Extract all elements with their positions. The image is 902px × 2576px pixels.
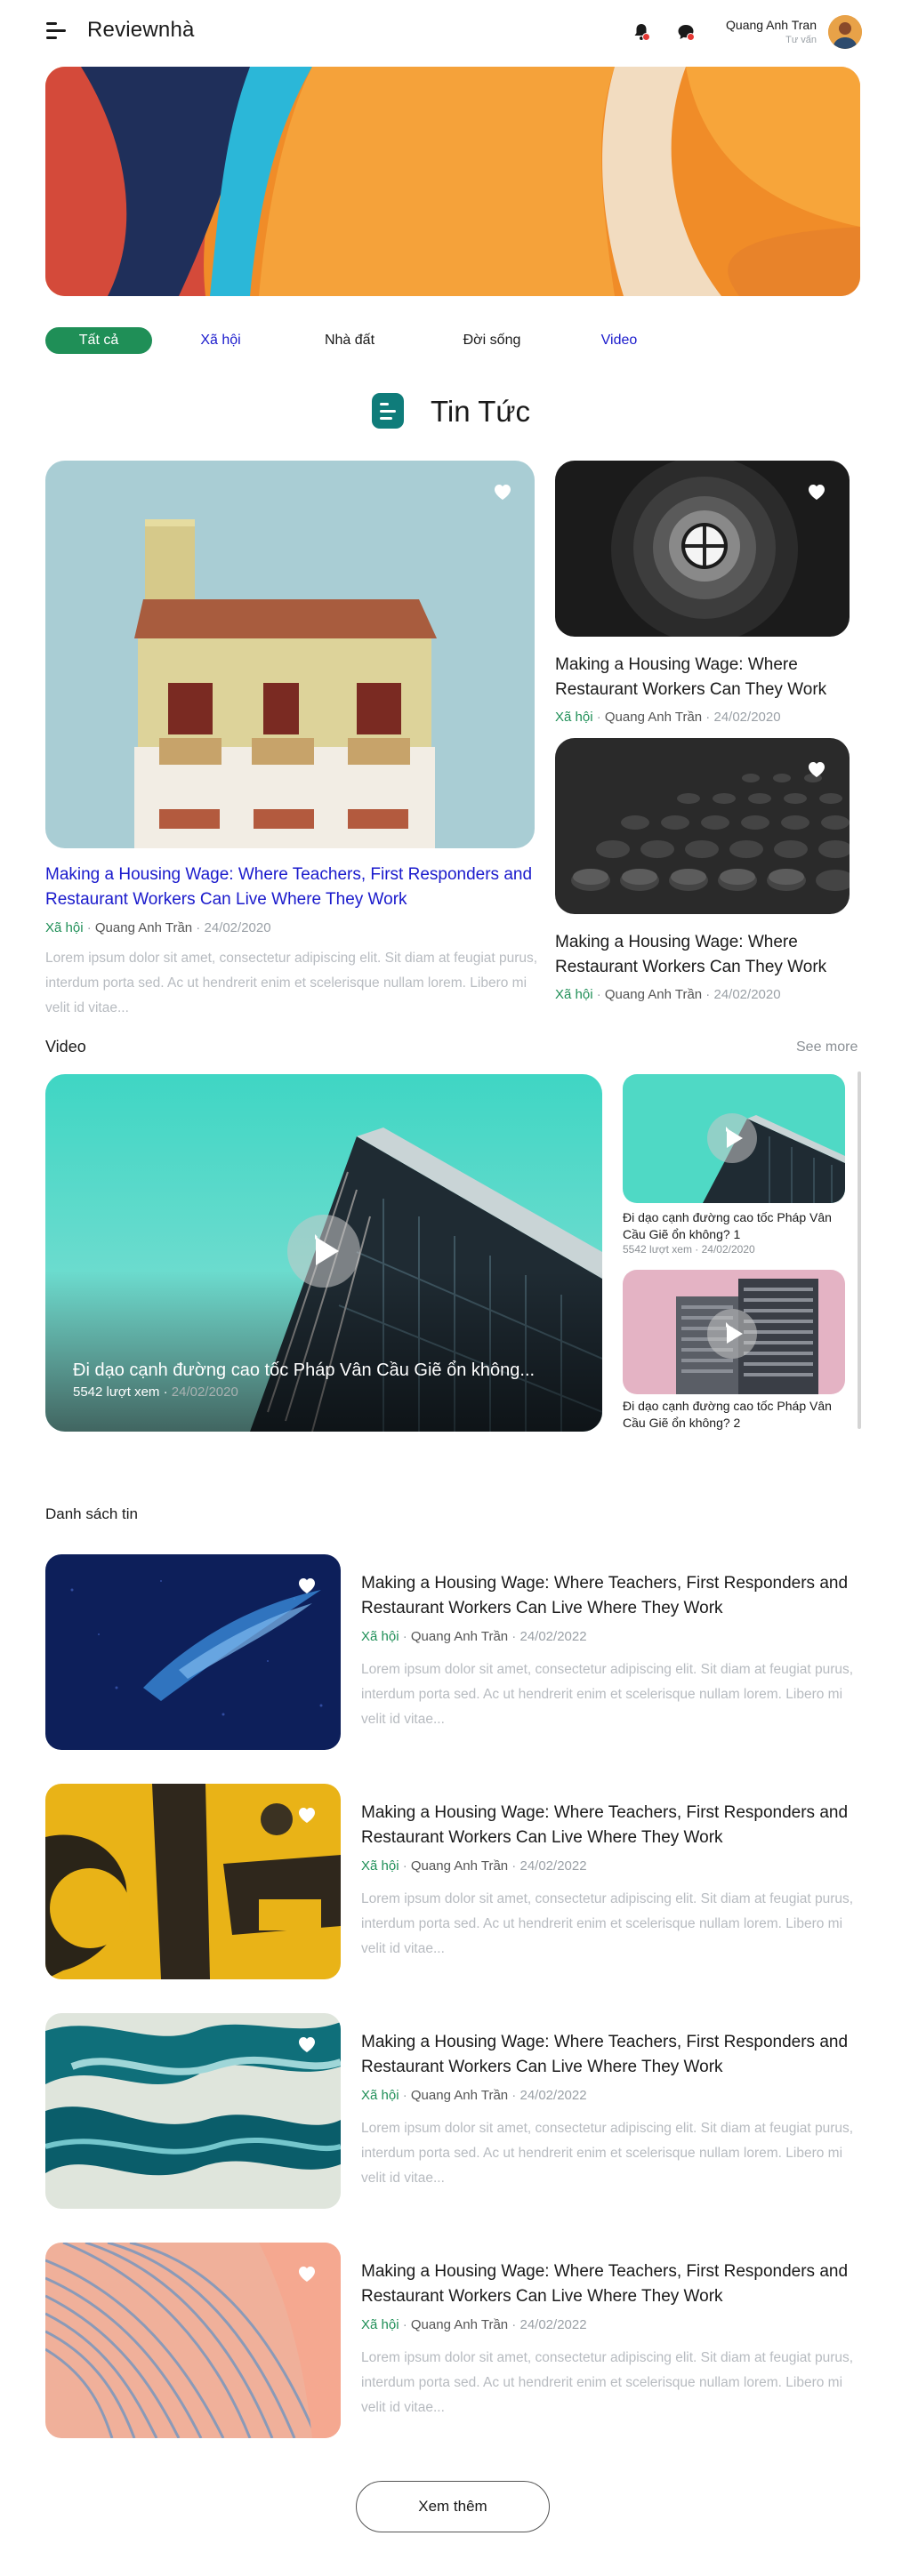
logo[interactable]: Reviewnhà xyxy=(87,18,195,43)
article-author: Quang Anh Trần xyxy=(604,710,703,725)
tab-all[interactable]: Tất cả xyxy=(45,327,152,354)
menu-icon[interactable] xyxy=(46,22,66,40)
article-author: Quang Anh Trần xyxy=(410,1629,509,1644)
user-name: Quang Anh Tran xyxy=(726,18,817,32)
featured-article-image[interactable] xyxy=(45,461,535,848)
featured-article-title[interactable]: Making a Housing Wage: Where Teachers, F… xyxy=(45,863,544,912)
side-article-image[interactable] xyxy=(555,738,850,914)
article-category[interactable]: Xã hội xyxy=(361,2317,399,2332)
see-more-link[interactable]: See more xyxy=(796,1039,858,1055)
list-item-title[interactable]: Making a Housing Wage: Where Teachers, F… xyxy=(361,2030,868,2080)
avatar[interactable] xyxy=(828,15,862,49)
video-date: 24/02/2020 xyxy=(701,1243,755,1256)
side-article-meta: Xã hội · Quang Anh Trần · 24/02/2020 xyxy=(555,710,781,725)
notification-icon[interactable] xyxy=(632,22,651,42)
featured-article-meta: Xã hội · Quang Anh Trần · 24/02/2020 xyxy=(45,920,271,935)
article-author: Quang Anh Trần xyxy=(410,2088,509,2103)
favorite-heart-icon[interactable] xyxy=(297,2265,317,2283)
article-author: Quang Anh Trần xyxy=(410,2317,509,2332)
side-article-title[interactable]: Making a Housing Wage: Where Restaurant … xyxy=(555,653,866,702)
list-item-title[interactable]: Making a Housing Wage: Where Teachers, F… xyxy=(361,1801,868,1850)
article-date: 24/02/2020 xyxy=(713,710,781,725)
list-item-excerpt: Lorem ipsum dolor sit amet, consectetur … xyxy=(361,1662,854,1727)
play-icon[interactable] xyxy=(287,1215,360,1288)
tab-nha-dat[interactable]: Nhà đất xyxy=(301,327,399,354)
side-video-title[interactable]: Đi dạo cạnh đường cao tốc Pháp Vân Cầu G… xyxy=(623,1398,850,1430)
side-video-title[interactable]: Đi dạo cạnh đường cao tốc Pháp Vân Cầu G… xyxy=(623,1209,850,1243)
news-icon xyxy=(372,393,404,429)
favorite-heart-icon[interactable] xyxy=(297,2035,317,2053)
article-category[interactable]: Xã hội xyxy=(555,710,593,725)
tab-xa-hoi[interactable]: Xã hội xyxy=(172,327,270,354)
list-item-title[interactable]: Making a Housing Wage: Where Teachers, F… xyxy=(361,1571,868,1621)
article-category[interactable]: Xã hội xyxy=(361,2088,399,2103)
header: Reviewnhà Quang Anh Tran Tư vấn xyxy=(0,0,902,64)
article-date: 24/02/2020 xyxy=(713,987,781,1002)
favorite-heart-icon[interactable] xyxy=(807,760,826,778)
article-date: 24/02/2020 xyxy=(204,920,271,935)
side-article-meta: Xã hội · Quang Anh Trần · 24/02/2020 xyxy=(555,987,781,1002)
video-views: 5542 lượt xem xyxy=(73,1384,160,1400)
article-author: Quang Anh Trần xyxy=(604,987,703,1002)
favorite-heart-icon[interactable] xyxy=(807,483,826,501)
article-author: Quang Anh Trần xyxy=(94,920,193,935)
article-category[interactable]: Xã hội xyxy=(555,987,593,1002)
favorite-heart-icon[interactable] xyxy=(493,483,512,501)
hero-banner[interactable] xyxy=(45,67,860,296)
favorite-heart-icon[interactable] xyxy=(297,1577,317,1594)
article-date: 24/02/2022 xyxy=(519,2317,587,2332)
load-more-button[interactable]: Xem thêm xyxy=(356,2481,550,2532)
favorite-heart-icon[interactable] xyxy=(297,1806,317,1824)
article-date: 24/02/2022 xyxy=(519,1858,587,1874)
message-icon[interactable] xyxy=(676,22,696,42)
article-date: 24/02/2022 xyxy=(519,2088,587,2103)
list-item-title[interactable]: Making a Housing Wage: Where Teachers, F… xyxy=(361,2259,868,2309)
list-item-meta: Xã hội · Quang Anh Trần · 24/02/2022 xyxy=(361,1629,587,1644)
article-category[interactable]: Xã hội xyxy=(45,920,84,935)
video-views: 5542 lượt xem xyxy=(623,1243,692,1256)
list-item-meta: Xã hội · Quang Anh Trần · 24/02/2022 xyxy=(361,1858,587,1874)
side-article-image[interactable] xyxy=(555,461,850,637)
video-section-label: Video xyxy=(45,1038,86,1055)
list-item-excerpt: Lorem ipsum dolor sit amet, consectetur … xyxy=(361,2121,854,2186)
tab-video[interactable]: Video xyxy=(575,327,664,354)
user-role: Tư vấn xyxy=(785,35,817,45)
article-category[interactable]: Xã hội xyxy=(361,1858,399,1874)
list-item-excerpt: Lorem ipsum dolor sit amet, consectetur … xyxy=(361,2350,854,2415)
video-scrollbar[interactable] xyxy=(858,1071,861,1429)
play-icon[interactable] xyxy=(707,1309,757,1359)
list-item-meta: Xã hội · Quang Anh Trần · 24/02/2022 xyxy=(361,2088,587,2103)
news-list-label: Danh sách tin xyxy=(45,1505,138,1522)
article-category[interactable]: Xã hội xyxy=(361,1629,399,1644)
play-icon[interactable] xyxy=(707,1113,757,1163)
featured-article-excerpt: Lorem ipsum dolor sit amet, consectetur … xyxy=(45,951,538,1015)
main-video-meta: 5542 lượt xem · 24/02/2020 xyxy=(73,1384,238,1400)
list-item-meta: Xã hội · Quang Anh Trần · 24/02/2022 xyxy=(361,2317,587,2332)
video-date: 24/02/2020 xyxy=(171,1384,238,1400)
tab-doi-song[interactable]: Đời sống xyxy=(439,327,545,354)
side-video-meta: 5542 lượt xem · 24/02/2020 xyxy=(623,1243,755,1256)
page-title: Tin Tức xyxy=(431,395,530,428)
list-item-excerpt: Lorem ipsum dolor sit amet, consectetur … xyxy=(361,1891,854,1956)
side-article-title[interactable]: Making a Housing Wage: Where Restaurant … xyxy=(555,930,866,980)
main-video-title[interactable]: Đi dạo cạnh đường cao tốc Pháp Vân Cầu G… xyxy=(73,1360,535,1381)
article-date: 24/02/2022 xyxy=(519,1629,587,1644)
article-author: Quang Anh Trần xyxy=(410,1858,509,1874)
